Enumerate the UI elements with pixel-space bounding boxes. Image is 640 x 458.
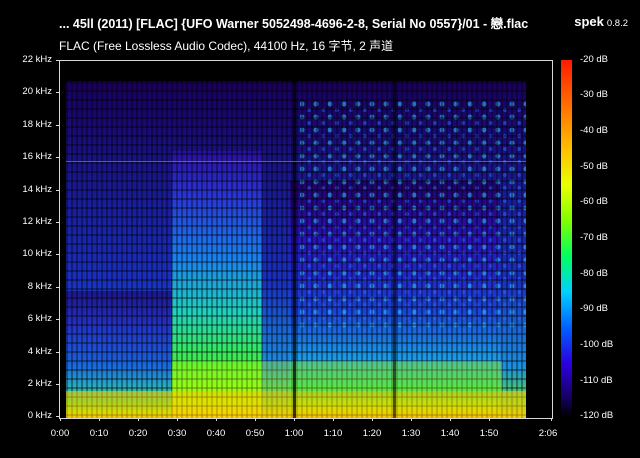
db-tick-label: -20 dB [580, 54, 608, 65]
x-tick-label: 0:40 [206, 428, 226, 439]
y-tick-mark [56, 384, 59, 385]
x-tick-mark [138, 418, 139, 421]
y-tick-mark [56, 92, 59, 93]
db-tick-label: -70 dB [580, 232, 608, 243]
y-tick-mark [56, 190, 59, 191]
x-tick-label: 0:00 [50, 428, 70, 439]
app-version: 0.8.2 [606, 18, 628, 29]
app-name: spek [574, 14, 604, 29]
y-tick-mark [56, 125, 59, 126]
db-tick-label: -30 dB [580, 89, 608, 100]
db-tick-label: -50 dB [580, 161, 608, 172]
x-tick-mark [60, 418, 61, 421]
x-tick-mark [411, 418, 412, 421]
y-tick-label: 16 kHz [22, 151, 52, 162]
app-label: spek 0.8.2 [574, 13, 628, 31]
y-tick-mark [56, 416, 59, 417]
y-tick-label: 18 kHz [22, 119, 52, 130]
x-tick-label: 0:20 [128, 428, 148, 439]
y-tick-mark [56, 157, 59, 158]
x-tick-mark [372, 418, 373, 421]
x-tick-mark [216, 418, 217, 421]
x-tick-label: 0:30 [167, 428, 187, 439]
x-tick-label: 1:50 [479, 428, 499, 439]
file-title: ... 45ll (2011) [FLAC] {UFO Warner 50524… [59, 17, 529, 31]
x-tick-label: 1:30 [401, 428, 421, 439]
x-tick-label: 1:00 [284, 428, 304, 439]
db-tick-label: -120 dB [580, 410, 614, 421]
x-tick-mark [99, 418, 100, 421]
y-tick-label: 2 kHz [27, 378, 52, 389]
x-tick-mark [551, 418, 552, 421]
x-tick-label: 2:06 [538, 428, 558, 439]
spectrogram [59, 60, 553, 419]
y-tick-label: 22 kHz [22, 54, 52, 65]
x-tick-mark [255, 418, 256, 421]
db-tick-label: -110 dB [580, 375, 613, 386]
audio-info: FLAC (Free Lossless Audio Codec), 44100 … [59, 39, 394, 53]
y-tick-mark [56, 60, 59, 61]
y-tick-label: 6 kHz [27, 313, 52, 324]
x-tick-mark [489, 418, 490, 421]
db-tick-label: -100 dB [580, 339, 614, 350]
x-tick-label: 0:50 [245, 428, 265, 439]
db-tick-label: -60 dB [580, 196, 608, 207]
x-tick-mark [177, 418, 178, 421]
y-tick-mark [56, 222, 59, 223]
y-tick-mark [56, 352, 59, 353]
y-tick-mark [56, 319, 59, 320]
y-tick-label: 0 kHz [27, 410, 52, 421]
x-tick-mark [294, 418, 295, 421]
x-tick-label: 1:20 [362, 428, 382, 439]
db-tick-label: -90 dB [580, 303, 608, 314]
x-tick-label: 1:10 [323, 428, 343, 439]
db-tick-label: -40 dB [580, 125, 608, 136]
y-tick-label: 10 kHz [22, 248, 52, 259]
x-tick-label: 0:10 [89, 428, 109, 439]
spectrogram-image [60, 61, 552, 418]
x-tick-mark [450, 418, 451, 421]
db-color-scale [561, 60, 572, 417]
y-tick-label: 14 kHz [22, 184, 52, 195]
y-tick-mark [56, 287, 59, 288]
x-tick-mark [333, 418, 334, 421]
y-tick-label: 4 kHz [27, 346, 52, 357]
y-tick-label: 8 kHz [27, 281, 52, 292]
x-tick-label: 1:40 [440, 428, 460, 439]
db-tick-label: -80 dB [580, 268, 608, 279]
y-tick-label: 20 kHz [22, 86, 52, 97]
y-tick-label: 12 kHz [22, 216, 52, 227]
y-tick-mark [56, 254, 59, 255]
